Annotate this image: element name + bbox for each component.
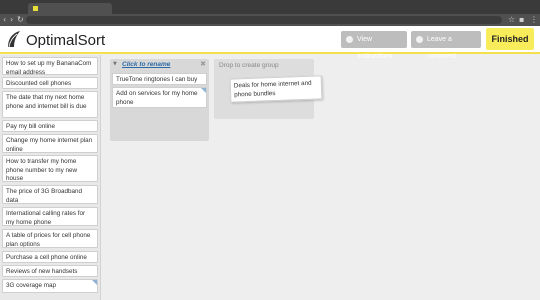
leave-comment-button[interactable]: Leave a comment bbox=[411, 31, 481, 60]
comment-icon bbox=[416, 36, 423, 43]
card-item[interactable]: A table of prices for cell phone plan op… bbox=[2, 229, 98, 248]
card-item[interactable]: Reviews of new handsets bbox=[2, 265, 98, 277]
finished-button[interactable]: Finished bbox=[486, 28, 534, 50]
reload-icon[interactable]: ↻ bbox=[17, 15, 24, 25]
view-instructions-button[interactable]: View instructions bbox=[341, 31, 407, 60]
extension-icon[interactable]: ▪ bbox=[519, 15, 524, 25]
browser-toolbar: ‹ › ↻ ☆ ▪ ⋮ bbox=[0, 14, 540, 26]
card-item[interactable]: Discounted cell phones bbox=[2, 77, 98, 89]
browser-tab-strip bbox=[0, 0, 540, 14]
card-group[interactable]: ▼ Click to rename ✖ TrueTone ringtones I… bbox=[110, 59, 209, 141]
optimalsort-app: OptimalSort View instructions Leave a co… bbox=[0, 26, 540, 300]
card-item[interactable]: Pay my bill online bbox=[2, 120, 98, 132]
app-title: OptimalSort bbox=[26, 32, 106, 49]
optimalsort-logo-icon bbox=[8, 31, 20, 48]
favicon-icon bbox=[33, 6, 38, 11]
collapse-triangle-icon[interactable]: ▼ bbox=[113, 61, 117, 67]
group-title[interactable]: Click to rename bbox=[122, 61, 170, 68]
leave-comment-label: Leave a comment bbox=[427, 36, 456, 60]
address-bar[interactable] bbox=[26, 16, 502, 24]
card-item[interactable]: How to transfer my home phone number to … bbox=[2, 155, 98, 182]
group-card-item[interactable]: TrueTone ringtones I can buy bbox=[112, 73, 207, 85]
dropzone-label: Drop to create group bbox=[219, 62, 279, 69]
close-icon[interactable]: ✖ bbox=[200, 60, 206, 68]
group-card-item[interactable]: Add on services for my home phone bbox=[112, 87, 207, 108]
card-item[interactable]: Change my home internet plan online bbox=[2, 134, 98, 153]
bookmark-star-icon[interactable]: ☆ bbox=[508, 15, 515, 25]
app-header: OptimalSort View instructions Leave a co… bbox=[0, 26, 540, 60]
info-icon bbox=[346, 36, 353, 43]
menu-icon[interactable]: ⋮ bbox=[530, 15, 538, 25]
group-header: ▼ Click to rename ✖ bbox=[110, 59, 209, 71]
dragging-card[interactable]: Deals for home internet and phone bundle… bbox=[229, 75, 323, 103]
forward-icon[interactable]: › bbox=[10, 15, 13, 25]
card-item[interactable]: International calling rates for my home … bbox=[2, 207, 98, 226]
card-item[interactable]: The price of 3G Broadband data bbox=[2, 185, 98, 204]
card-item[interactable]: 3G coverage map bbox=[2, 279, 98, 293]
view-instructions-label: View instructions bbox=[357, 36, 393, 60]
card-list: How to set up my BananaCom email address… bbox=[0, 55, 101, 300]
card-item[interactable]: Purchase a cell phone online bbox=[2, 251, 98, 263]
browser-tab[interactable] bbox=[28, 3, 112, 14]
card-item[interactable]: How to set up my BananaCom email address bbox=[2, 57, 98, 75]
back-icon[interactable]: ‹ bbox=[3, 15, 6, 25]
card-item[interactable]: The date that my next home phone and int… bbox=[2, 91, 98, 118]
